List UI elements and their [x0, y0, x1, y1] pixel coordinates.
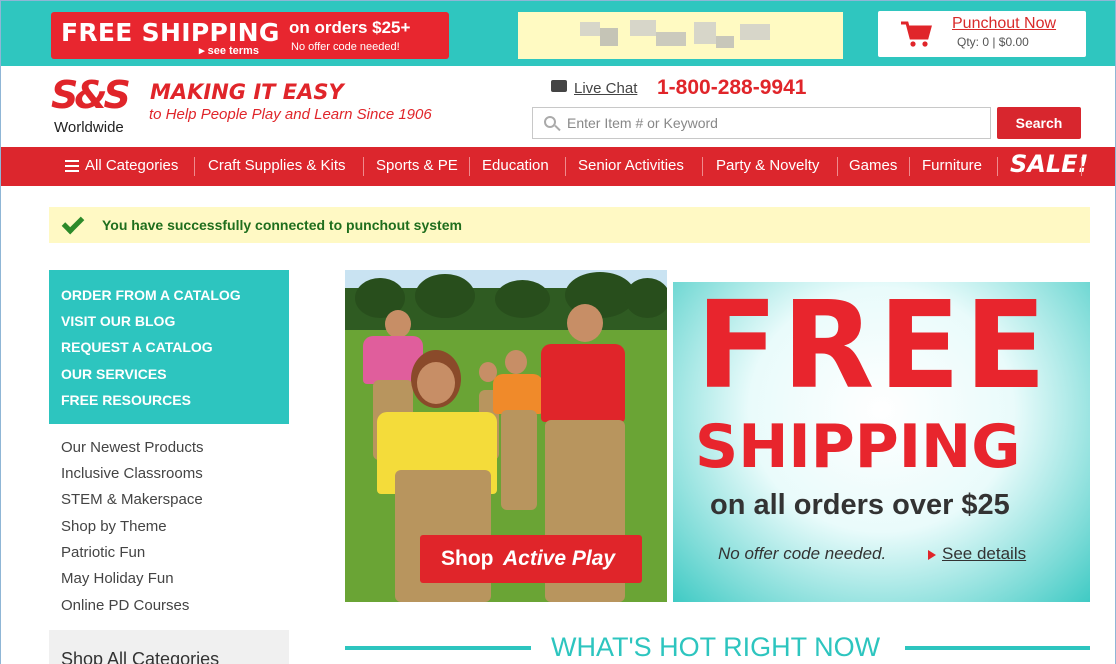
shipping-headline: SHIPPING: [695, 412, 1021, 482]
free-shipping-panel[interactable]: FREE SHIPPING on all orders over $25 No …: [673, 282, 1090, 602]
nav-games[interactable]: Games: [849, 157, 897, 174]
see-terms-link[interactable]: ▸ see terms: [199, 44, 259, 57]
search-button[interactable]: Search: [997, 107, 1081, 139]
shop-active-play-button[interactable]: Shop Active Play: [420, 535, 642, 583]
nav-sports-pe[interactable]: Sports & PE: [376, 157, 458, 174]
main-nav: All Categories Craft Supplies & Kits Spo…: [1, 147, 1115, 186]
nav-all-categories[interactable]: All Categories: [85, 157, 178, 174]
shop-all-categories[interactable]: Shop All Categories: [49, 630, 289, 664]
search-icon: [544, 116, 556, 128]
live-chat-link[interactable]: Live Chat: [574, 80, 637, 97]
shop-all-label: Shop All Categories: [61, 649, 220, 664]
success-message: You have successfully connected to punch…: [102, 217, 462, 233]
logo-worldwide: Worldwide: [54, 119, 124, 136]
promo-note: No offer code needed!: [291, 41, 400, 53]
link-may-holiday-fun[interactable]: May Holiday Fun: [61, 570, 174, 587]
free-headline: FREE: [696, 277, 1051, 416]
phone-number: 1-800-288-9941: [657, 76, 807, 99]
nav-party-novelty[interactable]: Party & Novelty: [716, 157, 819, 174]
nav-craft-supplies[interactable]: Craft Supplies & Kits: [208, 157, 346, 174]
logo-mark: S&S: [51, 73, 131, 117]
nav-senior-activities[interactable]: Senior Activities: [578, 157, 684, 174]
active-play-label: Active Play: [503, 547, 616, 570]
see-details-link[interactable]: See details: [942, 544, 1026, 564]
sidebar-quick-links: ORDER FROM A CATALOG VISIT OUR BLOG REQU…: [49, 270, 289, 424]
shop-label: Shop: [441, 547, 494, 570]
whats-hot-heading: WHAT'S HOT RIGHT NOW: [551, 632, 881, 662]
link-visit-blog[interactable]: VISIT OUR BLOG: [61, 313, 175, 329]
arrow-right-icon: [928, 550, 936, 560]
nav-furniture[interactable]: Furniture: [922, 157, 982, 174]
link-inclusive-classrooms[interactable]: Inclusive Classrooms: [61, 465, 203, 482]
link-order-catalog[interactable]: ORDER FROM A CATALOG: [61, 287, 241, 303]
link-stem-makerspace[interactable]: STEM & Makerspace: [61, 491, 203, 508]
menu-icon[interactable]: [65, 160, 79, 172]
nav-education[interactable]: Education: [482, 157, 549, 174]
chat-bubble-icon[interactable]: [551, 80, 567, 92]
checkmark-icon: [61, 211, 85, 235]
link-free-resources[interactable]: FREE RESOURCES: [61, 392, 191, 408]
success-banner: You have successfully connected to punch…: [49, 207, 1090, 243]
search-placeholder: Enter Item # or Keyword: [567, 115, 718, 131]
shopping-cart-icon[interactable]: [900, 20, 932, 48]
link-patriotic-fun[interactable]: Patriotic Fun: [61, 544, 145, 561]
orders-over-text: on all orders over $25: [710, 489, 1010, 521]
site-logo[interactable]: S&S Worldwide: [51, 73, 151, 139]
link-shop-by-theme[interactable]: Shop by Theme: [61, 518, 167, 535]
cart-quantity: Qty: 0 | $0.00: [957, 35, 1029, 49]
sidebar-links: Our Newest Products Inclusive Classrooms…: [49, 424, 289, 628]
punchout-now-link[interactable]: Punchout Now: [952, 15, 1056, 33]
no-code-text: No offer code needed.: [718, 544, 887, 563]
tagline-sub: to Help People Play and Learn Since 1906: [149, 106, 432, 123]
link-request-catalog[interactable]: REQUEST A CATALOG: [61, 339, 213, 355]
tagline-main: MAKING IT EASY: [150, 80, 344, 104]
hot-divider-right: [905, 646, 1090, 650]
blurred-banner: [518, 12, 843, 59]
promo-title: FREE SHIPPING: [61, 18, 280, 47]
punchout-cart[interactable]: Punchout Now Qty: 0 | $0.00: [878, 11, 1086, 57]
link-newest-products[interactable]: Our Newest Products: [61, 439, 204, 456]
hot-divider-left: [345, 646, 531, 650]
promo-threshold: on orders $25+: [289, 18, 411, 37]
free-shipping-promo[interactable]: FREE SHIPPING ▸ see terms on orders $25+…: [51, 12, 449, 59]
nav-sale[interactable]: SALE!: [1010, 150, 1089, 178]
link-our-services[interactable]: OUR SERVICES: [61, 366, 167, 382]
link-online-pd-courses[interactable]: Online PD Courses: [61, 597, 189, 614]
search-input[interactable]: Enter Item # or Keyword: [532, 107, 991, 139]
